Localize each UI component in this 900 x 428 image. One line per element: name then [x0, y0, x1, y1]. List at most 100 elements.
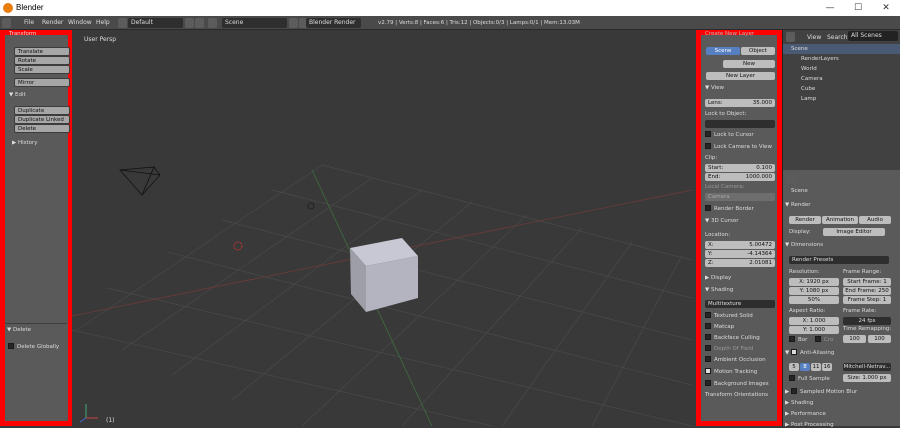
transform-header[interactable]: Transform — [9, 31, 36, 37]
ambient-occlusion-option[interactable]: Ambient Occlusion — [705, 356, 774, 363]
editor-type-icon[interactable] — [2, 18, 11, 28]
display-header[interactable]: ▶ Display — [705, 275, 774, 281]
mirror-button[interactable]: Mirror — [14, 78, 70, 87]
textured-solid-option[interactable]: Textured Solid — [705, 312, 774, 319]
duplicate-button[interactable]: Duplicate — [14, 106, 70, 115]
add-scene-icon[interactable] — [289, 18, 298, 28]
clip-start-field[interactable]: Start: 0.100 — [705, 164, 775, 172]
outliner-tab-search[interactable]: Search — [827, 34, 848, 41]
aa-filter-select[interactable]: Mitchell-Netrav... — [843, 363, 891, 371]
3d-viewport[interactable]: User Persp (1) — [72, 30, 696, 426]
layout-icon[interactable] — [118, 18, 127, 28]
scene-select[interactable]: Scene — [222, 18, 287, 28]
dimensions-header[interactable]: ▼ Dimensions — [785, 242, 823, 248]
new-button[interactable]: New — [723, 60, 775, 68]
cursor-y-field[interactable]: Y: -4.14364 — [705, 250, 775, 258]
3d-cursor-header[interactable]: ▼ 3D Cursor — [705, 218, 774, 224]
menu-file[interactable]: File — [24, 19, 34, 26]
camera-field[interactable]: Camera — [705, 193, 775, 201]
resolution-x-field[interactable]: X: 1920 px — [789, 278, 839, 286]
aa-samples-5[interactable]: 5 — [789, 363, 799, 371]
motion-blur-header[interactable]: ▶ Sampled Motion Blur — [785, 388, 857, 395]
transform-orientations-header[interactable]: Transform Orientations — [705, 392, 774, 398]
audio-button[interactable]: Audio — [859, 216, 891, 224]
outliner-item-camera[interactable]: Camera — [783, 74, 900, 84]
resolution-y-field[interactable]: Y: 1080 px — [789, 287, 839, 295]
anti-aliasing-header[interactable]: ▼ Anti-Aliasing — [785, 349, 834, 356]
end-frame-field[interactable]: End Frame: 250 — [843, 287, 891, 295]
backface-culling-option[interactable]: Backface Culling — [705, 334, 774, 341]
outliner-editor-icon[interactable] — [786, 32, 795, 42]
duplicate-linked-button[interactable]: Duplicate Linked — [14, 115, 70, 124]
outliner-item-renderlayers[interactable]: RenderLayers — [783, 54, 900, 64]
frame-rate-select[interactable]: 24 fps — [843, 317, 891, 325]
remove-layout-icon[interactable] — [195, 18, 204, 28]
outliner-item-lamp[interactable]: Lamp — [783, 94, 900, 104]
lock-cursor-option[interactable]: Lock to Cursor — [705, 131, 774, 138]
cursor-z-field[interactable]: Z: 2.01081 — [705, 259, 775, 267]
render-header[interactable]: ▼ Render — [785, 202, 811, 208]
dof-option[interactable]: Depth Of Field — [705, 345, 774, 352]
shading-section-header[interactable]: ▶ Shading — [785, 400, 813, 406]
outliner-item-scene[interactable]: Scene — [783, 44, 900, 54]
render-engine-select[interactable]: Blender Render — [306, 18, 361, 28]
background-images-option[interactable]: Background Images — [705, 380, 774, 387]
aa-samples-16[interactable]: 16 — [822, 363, 832, 371]
full-sample-option[interactable]: Full Sample — [789, 375, 830, 382]
render-button[interactable]: Render — [789, 216, 821, 224]
edit-header[interactable]: ▼ Edit — [9, 92, 26, 98]
render-presets-select[interactable]: Render Presets — [789, 256, 889, 264]
menu-help[interactable]: Help — [96, 19, 110, 26]
new-layer-button[interactable]: New Layer — [706, 72, 775, 80]
display-select[interactable]: Image Editor — [823, 228, 885, 236]
lock-object-field[interactable] — [705, 120, 775, 128]
remap-new-field[interactable]: 100 — [868, 335, 891, 343]
outliner-tab-view[interactable]: View — [807, 34, 821, 41]
menu-window[interactable]: Window — [68, 19, 92, 26]
lens-field[interactable]: Lens: 35.000 — [705, 99, 775, 107]
frame-step-field[interactable]: Frame Step: 1 — [843, 296, 891, 304]
animation-button[interactable]: Animation — [822, 216, 858, 224]
aspect-y-field[interactable]: Y: 1.000 — [789, 326, 839, 334]
start-frame-field[interactable]: Start Frame: 1 — [843, 278, 891, 286]
clip-end-field[interactable]: End: 1000.000 — [705, 173, 775, 181]
remap-old-field[interactable]: 100 — [843, 335, 866, 343]
outliner-display-select[interactable]: All Scenes — [848, 31, 898, 41]
border-option[interactable]: Bor — [789, 336, 807, 343]
filter-size-field[interactable]: Size: 1.000 px — [843, 374, 891, 382]
delete-button[interactable]: Delete — [14, 124, 70, 133]
menu-render[interactable]: Render — [42, 19, 63, 26]
rotate-button[interactable]: Rotate — [14, 56, 70, 65]
post-processing-header[interactable]: ▶ Post Processing — [785, 422, 834, 428]
delete-globally-option[interactable]: Delete Globally — [8, 343, 59, 350]
close-button[interactable]: ✕ — [872, 0, 900, 16]
scene-toggle[interactable]: Scene — [706, 47, 740, 55]
crop-option[interactable]: Cro — [815, 336, 833, 343]
aspect-x-field[interactable]: X: 1.000 — [789, 317, 839, 325]
outliner-item-cube[interactable]: Cube — [783, 84, 900, 94]
render-border-option[interactable]: Render Border — [705, 205, 774, 212]
aa-samples-8[interactable]: 8 — [800, 363, 810, 371]
minimize-button[interactable]: — — [816, 0, 844, 16]
delete-operator-header[interactable]: ▼ Delete — [7, 327, 31, 333]
motion-tracking-option[interactable]: Motion Tracking — [705, 368, 774, 375]
layout-select[interactable]: Default — [128, 18, 183, 28]
resolution-percent-field[interactable]: 50% — [789, 296, 839, 304]
scene-icon[interactable] — [208, 18, 217, 28]
lock-camera-option[interactable]: Lock Camera to View — [705, 143, 774, 150]
maximize-button[interactable]: ☐ — [844, 0, 872, 16]
properties-editor-icon[interactable] — [786, 173, 795, 183]
cursor-x-field[interactable]: X: 5.00472 — [705, 241, 775, 249]
history-header[interactable]: ▶ History — [12, 140, 38, 146]
outliner-item-world[interactable]: World — [783, 64, 900, 74]
translate-button[interactable]: Translate — [14, 47, 70, 56]
aa-samples-11[interactable]: 11 — [811, 363, 821, 371]
view-header[interactable]: ▼ View — [705, 85, 774, 91]
matcap-option[interactable]: Matcap — [705, 323, 774, 330]
shading-mode-select[interactable]: Multitexture — [705, 300, 775, 308]
performance-header[interactable]: ▶ Performance — [785, 411, 826, 417]
shading-header[interactable]: ▼ Shading — [705, 287, 774, 293]
add-layout-icon[interactable] — [185, 18, 194, 28]
scale-button[interactable]: Scale — [14, 65, 70, 74]
object-toggle[interactable]: Object — [741, 47, 775, 55]
